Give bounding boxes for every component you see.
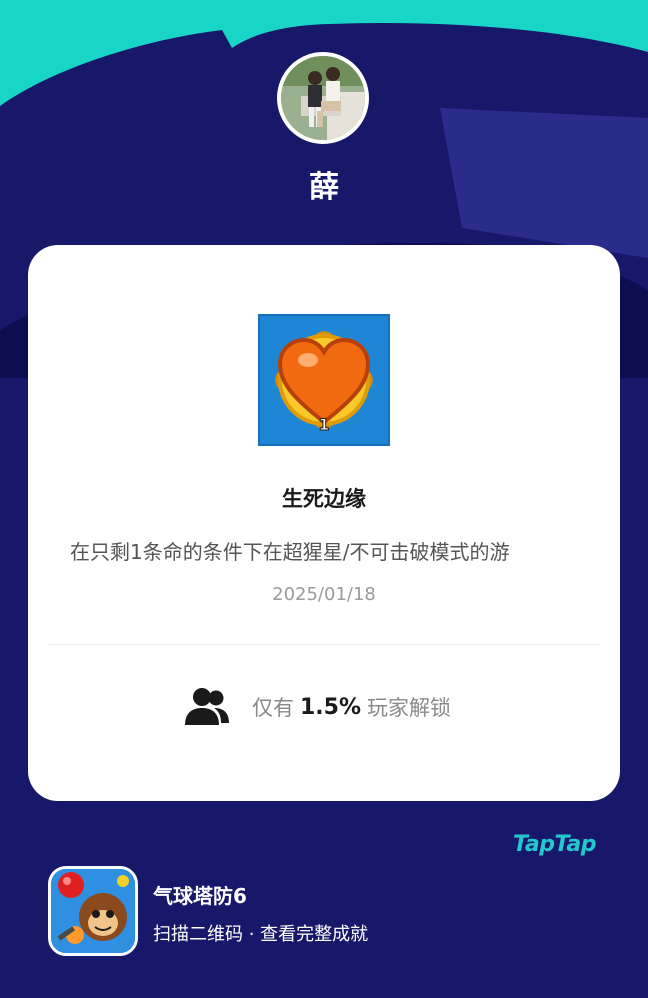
- user-photo: [281, 56, 365, 140]
- stat-suffix: 玩家解锁: [367, 696, 452, 720]
- unlock-stats: 仅有 1.5% 玩家解锁: [184, 685, 451, 729]
- taptap-logo: TapTap: [513, 832, 596, 857]
- monkey-game-icon[interactable]: [48, 866, 138, 956]
- achievement-date: 2025/01/18: [272, 584, 376, 605]
- scan-hint: 扫描二维码 · 查看完整成就: [153, 924, 369, 945]
- avatar[interactable]: [277, 52, 369, 144]
- divider: [48, 644, 600, 645]
- badge-number: 1: [318, 415, 329, 434]
- heart-medal-icon: 1: [258, 314, 390, 446]
- game-name: 气球塔防6: [153, 884, 247, 908]
- stat-prefix: 仅有: [252, 696, 294, 720]
- achievement-description: 在只剩1条命的条件下在超猩星/不可击破模式的游: [70, 540, 510, 564]
- unlock-rate: 1.5%: [300, 694, 362, 720]
- users-icon: [185, 688, 229, 725]
- achievement-title: 生死边缘: [282, 487, 366, 511]
- achievement-card: 1 生死边缘 在只剩1条命的条件下在超猩星/不可击破模式的游 2025/01/1…: [28, 245, 620, 801]
- username: 薛: [309, 170, 339, 205]
